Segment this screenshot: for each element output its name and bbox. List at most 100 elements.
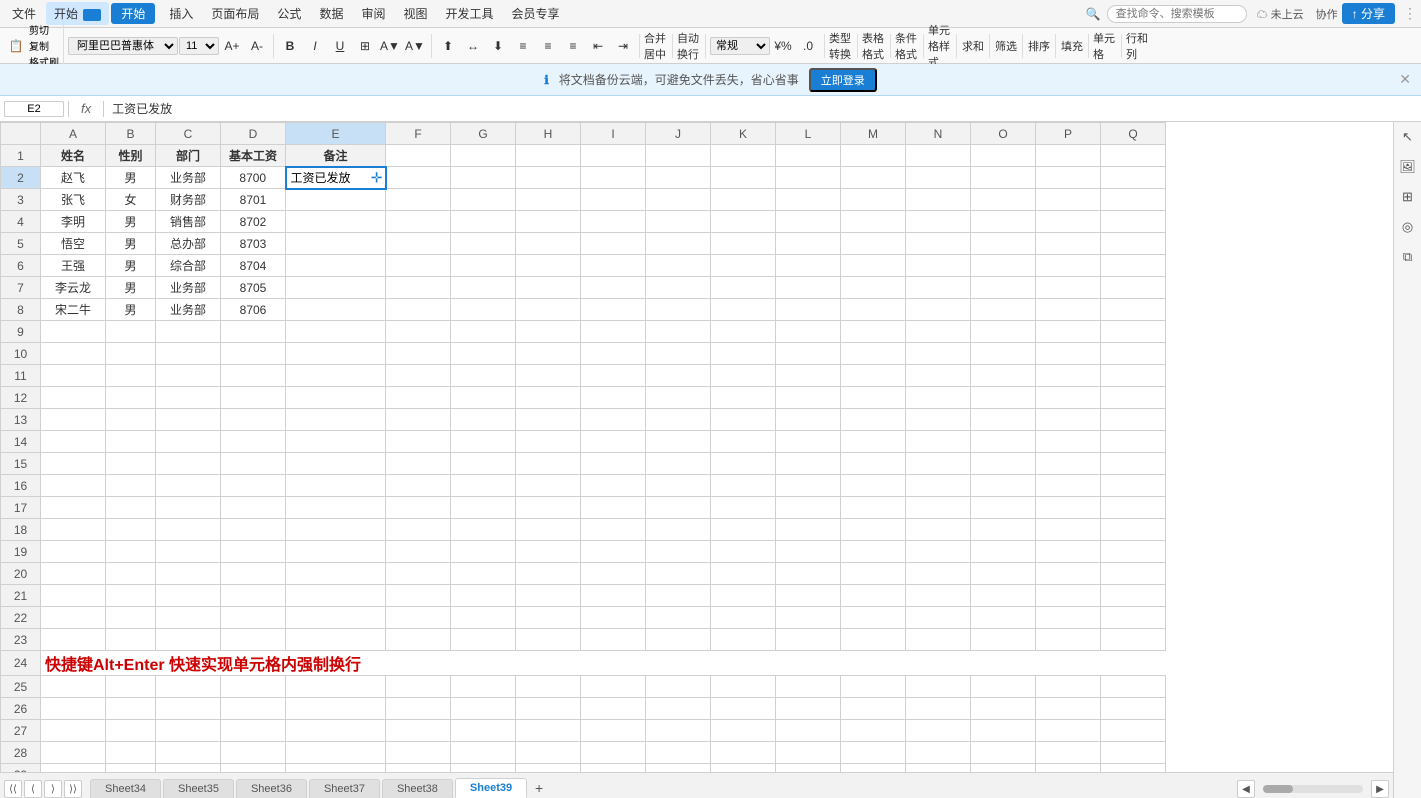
cell-J5[interactable] (646, 233, 711, 255)
cell-J7[interactable] (646, 277, 711, 299)
notify-close-btn[interactable]: ✕ (1399, 71, 1411, 88)
cell-H6[interactable] (516, 255, 581, 277)
cell-M1[interactable] (841, 145, 906, 167)
align-bottom-btn[interactable]: ⬇ (486, 34, 510, 58)
cell-A1[interactable]: 姓名 (41, 145, 106, 167)
cell-D4[interactable]: 8702 (221, 211, 286, 233)
cell-A2[interactable]: 赵飞 (41, 167, 106, 189)
cell-K2[interactable] (711, 167, 776, 189)
align-right-btn[interactable]: ≡ (561, 34, 585, 58)
cell-M4[interactable] (841, 211, 906, 233)
cell-K8[interactable] (711, 299, 776, 321)
tab-sheet39[interactable]: Sheet39 (455, 778, 527, 798)
tab-sheet34[interactable]: Sheet34 (90, 779, 161, 798)
cell-O7[interactable] (971, 277, 1036, 299)
percent-btn[interactable]: ¥% (771, 34, 795, 58)
cell-M8[interactable] (841, 299, 906, 321)
cell-I7[interactable] (581, 277, 646, 299)
cell-G7[interactable] (451, 277, 516, 299)
type-convert-btn[interactable]: 类型转换 (829, 34, 853, 58)
cell-K7[interactable] (711, 277, 776, 299)
cell-Q4[interactable] (1101, 211, 1166, 233)
cell-B2[interactable]: 男 (106, 167, 156, 189)
col-header-B[interactable]: B (106, 123, 156, 145)
scroll-track[interactable] (1263, 785, 1363, 793)
cell-F8[interactable] (386, 299, 451, 321)
cell-E3[interactable] (286, 189, 386, 211)
col-header-A[interactable]: A (41, 123, 106, 145)
cell-B3[interactable]: 女 (106, 189, 156, 211)
cell-P3[interactable] (1036, 189, 1101, 211)
sheet-area[interactable]: A B C D E F G H I J K L M (0, 122, 1393, 772)
sheet-nav-last[interactable]: ⟩⟩ (64, 780, 82, 798)
cell-Q7[interactable] (1101, 277, 1166, 299)
cell-A3[interactable]: 张飞 (41, 189, 106, 211)
cell-I6[interactable] (581, 255, 646, 277)
paste-btn[interactable]: 📋 (4, 34, 28, 58)
cell-B4[interactable]: 男 (106, 211, 156, 233)
cell-F3[interactable] (386, 189, 451, 211)
cell-P5[interactable] (1036, 233, 1101, 255)
align-middle-btn[interactable]: ↔ (461, 34, 485, 58)
menu-view[interactable]: 视图 (395, 2, 435, 25)
cell-J6[interactable] (646, 255, 711, 277)
menu-member[interactable]: 会员专享 (504, 2, 568, 25)
cell-L1[interactable] (776, 145, 841, 167)
cell-style-btn[interactable]: 单元格样式 (928, 34, 952, 58)
menu-data[interactable]: 数据 (311, 2, 351, 25)
cell-O4[interactable] (971, 211, 1036, 233)
col-header-J[interactable]: J (646, 123, 711, 145)
cell-F4[interactable] (386, 211, 451, 233)
table-style-btn[interactable]: 表格格式 (862, 34, 886, 58)
cell-btn[interactable]: 单元格 (1093, 34, 1117, 58)
cell-J2[interactable] (646, 167, 711, 189)
more-menu-icon[interactable]: ⋮ (1403, 5, 1417, 22)
cell-A5[interactable]: 悟空 (41, 233, 106, 255)
cell-Q6[interactable] (1101, 255, 1166, 277)
row-col-btn[interactable]: 行和列 (1126, 34, 1150, 58)
cell-I3[interactable] (581, 189, 646, 211)
col-header-E[interactable]: E (286, 123, 386, 145)
cell-N5[interactable] (906, 233, 971, 255)
cursor-icon[interactable]: ↖ (1397, 126, 1419, 148)
cell-K5[interactable] (711, 233, 776, 255)
cell-H7[interactable] (516, 277, 581, 299)
scroll-left-btn[interactable]: ◀ (1237, 780, 1255, 798)
menu-developer[interactable]: 开发工具 (437, 2, 501, 25)
cell-B5[interactable]: 男 (106, 233, 156, 255)
font-selector[interactable]: 阿里巴巴普惠体 (68, 37, 178, 55)
cell-O1[interactable] (971, 145, 1036, 167)
cell-P1[interactable] (1036, 145, 1101, 167)
col-header-H[interactable]: H (516, 123, 581, 145)
cell-L7[interactable] (776, 277, 841, 299)
cell-O2[interactable] (971, 167, 1036, 189)
col-header-O[interactable]: O (971, 123, 1036, 145)
cell-ref-input[interactable] (4, 101, 64, 117)
fill-btn[interactable]: 填充 (1060, 34, 1084, 58)
cell-E1[interactable]: 备注 (286, 145, 386, 167)
cell-E2-active[interactable]: 工资已发放 ✛ (286, 167, 386, 189)
sheet-nav-prev[interactable]: ⟨ (24, 780, 42, 798)
decimal-btn[interactable]: .0 (796, 34, 820, 58)
italic-btn[interactable]: I (303, 34, 327, 58)
sort-btn[interactable]: 排序 (1027, 34, 1051, 58)
image-icon[interactable]: 🖼 (1397, 156, 1419, 178)
wrap-btn[interactable]: 自动换行 (677, 34, 701, 58)
underline-btn[interactable]: U (328, 34, 352, 58)
cell-N4[interactable] (906, 211, 971, 233)
cell-D1[interactable]: 基本工资 (221, 145, 286, 167)
cell-B6[interactable]: 男 (106, 255, 156, 277)
cell-P2[interactable] (1036, 167, 1101, 189)
cell-J3[interactable] (646, 189, 711, 211)
cell-A6[interactable]: 王强 (41, 255, 106, 277)
bold-btn[interactable]: B (278, 34, 302, 58)
cell-I8[interactable] (581, 299, 646, 321)
format-selector[interactable]: 常规 (710, 37, 770, 55)
cell-P8[interactable] (1036, 299, 1101, 321)
cell-Q2[interactable] (1101, 167, 1166, 189)
sheet-nav-first[interactable]: ⟨⟨ (4, 780, 22, 798)
scroll-right-btn[interactable]: ▶ (1371, 780, 1389, 798)
tab-sheet35[interactable]: Sheet35 (163, 779, 234, 798)
align-center-btn[interactable]: ≡ (536, 34, 560, 58)
font-size-selector[interactable]: 11 (179, 37, 219, 55)
